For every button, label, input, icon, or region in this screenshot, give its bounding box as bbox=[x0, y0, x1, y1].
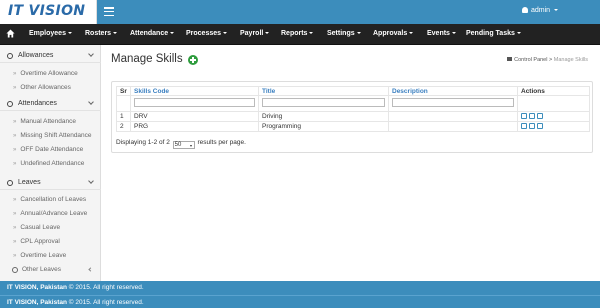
main-navbar: Employees Rosters Attendance Processes P… bbox=[0, 24, 600, 45]
nav-rosters[interactable]: Rosters bbox=[85, 30, 118, 37]
table-header-row: Sr Skills Code Title Description Actions bbox=[116, 86, 590, 96]
sidebar-item-undefined-attendance[interactable]: » Undefined Attendance bbox=[13, 160, 84, 167]
footer: IT VISION, Pakistan © 2015. All right re… bbox=[0, 281, 600, 295]
gear-icon bbox=[7, 101, 13, 107]
brand-logo[interactable]: IT VISION bbox=[0, 0, 97, 24]
chevron-down-icon bbox=[554, 9, 558, 11]
chevron-left-icon[interactable] bbox=[88, 267, 93, 272]
user-menu[interactable]: admin bbox=[521, 7, 558, 14]
delete-icon[interactable] bbox=[537, 123, 543, 129]
view-icon[interactable] bbox=[529, 123, 535, 129]
user-icon bbox=[521, 7, 528, 13]
filter-row bbox=[116, 95, 590, 112]
sidebar-section-attendances[interactable]: Attendances bbox=[0, 97, 101, 111]
sidebar: Allowances » Overtime Allowance » Other Al… bbox=[0, 45, 101, 281]
gear-icon bbox=[7, 53, 13, 59]
edit-icon[interactable] bbox=[521, 123, 527, 129]
breadcrumb-home[interactable]: Control Panel bbox=[514, 57, 547, 63]
nav-approvals[interactable]: Approvals bbox=[373, 30, 414, 37]
sidebar-item-missing-shift-attendance[interactable]: » Missing Shift Attendance bbox=[13, 132, 92, 139]
sidebar-section-allowances[interactable]: Allowances bbox=[0, 49, 101, 63]
chevron-down-icon bbox=[88, 178, 94, 184]
nav-payroll[interactable]: Payroll bbox=[240, 30, 270, 37]
top-bar: IT VISION admin bbox=[0, 0, 600, 24]
sidebar-item-overtime-leave[interactable]: » Overtime Leave bbox=[13, 252, 66, 259]
sidebar-item-annual-advance-leave[interactable]: » Annual/Advance Leave bbox=[13, 210, 87, 217]
filter-skills-code-input[interactable] bbox=[134, 98, 255, 107]
gear-icon bbox=[7, 180, 13, 186]
sidebar-item-cancellation-of-leaves[interactable]: » Cancellation of Leaves bbox=[13, 196, 86, 203]
breadcrumb: Control Panel > Manage Skills bbox=[507, 57, 588, 63]
page-title: Manage Skills bbox=[111, 53, 183, 65]
menu-toggle-icon[interactable] bbox=[104, 7, 114, 17]
col-actions: Actions bbox=[517, 86, 590, 96]
footer-secondary: IT VISION, Pakistan © 2015. All right re… bbox=[0, 294, 600, 308]
table-row: 2 PRG Programming bbox=[116, 121, 590, 132]
add-skill-button[interactable] bbox=[188, 55, 198, 65]
col-sr: Sr bbox=[116, 86, 131, 96]
filter-title-input[interactable] bbox=[262, 98, 385, 107]
home-icon[interactable] bbox=[6, 29, 15, 38]
nav-events[interactable]: Events bbox=[427, 30, 456, 37]
skills-panel: Sr Skills Code Title Description Actions… bbox=[111, 81, 593, 153]
nav-processes[interactable]: Processes bbox=[186, 30, 228, 37]
nav-employees[interactable]: Employees bbox=[29, 30, 72, 37]
col-title[interactable]: Title bbox=[258, 86, 389, 96]
table-row: 1 DRV Driving bbox=[116, 111, 590, 122]
sidebar-item-casual-leave[interactable]: » Casual Leave bbox=[13, 224, 60, 231]
col-skills-code[interactable]: Skills Code bbox=[130, 86, 259, 96]
breadcrumb-current: Manage Skills bbox=[553, 57, 588, 63]
sidebar-item-cpl-approval[interactable]: » CPL Approval bbox=[13, 238, 60, 245]
sidebar-item-other-allowances[interactable]: » Other Allowances bbox=[13, 84, 71, 91]
nav-pending-tasks[interactable]: Pending Tasks bbox=[466, 30, 521, 37]
edit-icon[interactable] bbox=[521, 113, 527, 119]
per-page-select[interactable]: 50 bbox=[172, 141, 195, 149]
view-icon[interactable] bbox=[529, 113, 535, 119]
delete-icon[interactable] bbox=[537, 113, 543, 119]
brand-text: IT VISION bbox=[8, 3, 86, 19]
nav-settings[interactable]: Settings bbox=[327, 30, 361, 37]
nav-reports[interactable]: Reports bbox=[281, 30, 314, 37]
sidebar-section-leaves[interactable]: Leaves bbox=[0, 176, 101, 190]
chevron-down-icon bbox=[88, 51, 94, 57]
main-content: Manage Skills Control Panel > Manage Ski… bbox=[101, 45, 600, 281]
filter-description-input[interactable] bbox=[392, 98, 514, 107]
sidebar-item-off-date-attendance[interactable]: » OFF Date Attendance bbox=[13, 146, 83, 153]
dashboard-icon bbox=[507, 57, 513, 61]
col-description[interactable]: Description bbox=[388, 86, 518, 96]
nav-attendance[interactable]: Attendance bbox=[130, 30, 175, 37]
chevron-down-icon bbox=[88, 99, 94, 105]
sidebar-item-manual-attendance[interactable]: » Manual Attendance bbox=[13, 118, 76, 125]
sidebar-item-overtime-allowance[interactable]: » Overtime Allowance bbox=[13, 70, 78, 77]
pager: Displaying 1-2 of 2 50 results per page. bbox=[116, 139, 246, 149]
skills-table: Sr Skills Code Title Description Actions… bbox=[116, 86, 590, 132]
sidebar-item-other-leaves[interactable]: Other Leaves bbox=[22, 266, 61, 273]
user-name: admin bbox=[530, 7, 551, 14]
gear-icon bbox=[12, 267, 18, 273]
